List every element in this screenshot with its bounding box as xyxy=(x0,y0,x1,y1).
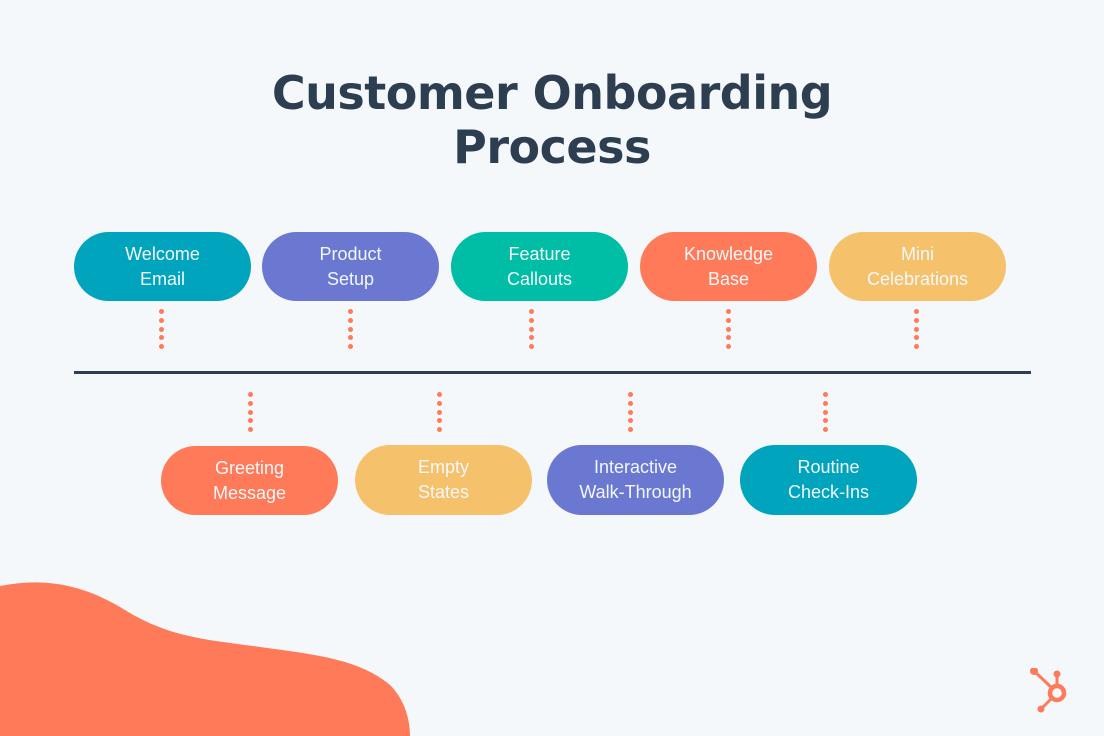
step-label-line-2: Setup xyxy=(326,268,375,289)
step-label-line-1: Feature xyxy=(508,243,571,264)
step-label-line-1: Knowledge xyxy=(683,243,774,264)
blob-shape xyxy=(0,582,410,736)
step-label-line-2: Check-Ins xyxy=(787,482,870,502)
step-label-line-2: Walk-Through xyxy=(579,482,692,502)
step-greeting-message[interactable]: Greeting Message xyxy=(161,446,338,515)
step-feature-callouts[interactable]: Feature Callouts xyxy=(451,232,628,301)
timeline-line xyxy=(74,371,1031,374)
step-product-setup[interactable]: Product Setup xyxy=(262,232,439,301)
title-line-1: Customer Onboarding xyxy=(271,66,833,120)
step-routine-check-ins[interactable]: Routine Check-Ins xyxy=(740,445,917,515)
connector-dots xyxy=(823,392,829,436)
step-label-line-1: Greeting xyxy=(214,457,285,478)
step-label-line-2: Email xyxy=(139,268,185,289)
hubspot-sprocket-icon xyxy=(1030,668,1067,713)
step-empty-states[interactable]: Empty States xyxy=(355,445,532,515)
connector-dots xyxy=(248,392,254,436)
connector-dots xyxy=(159,309,165,353)
step-knowledge-base[interactable]: Knowledge Base xyxy=(640,232,817,301)
connector-dots xyxy=(529,309,535,353)
connector-dots xyxy=(914,309,920,353)
step-interactive-walk-through[interactable]: Interactive Walk-Through xyxy=(547,445,724,515)
connector-dots xyxy=(348,309,354,353)
step-label-line-1: Routine xyxy=(797,457,860,477)
step-label-line-2: Message xyxy=(212,482,287,503)
step-label-line-1: Welcome xyxy=(125,243,200,264)
step-label-line-1: Interactive xyxy=(593,457,678,477)
step-label-line-1: Empty xyxy=(417,457,469,477)
step-label-line-2: Celebrations xyxy=(866,268,969,289)
step-label-line-2: States xyxy=(417,482,470,502)
step-welcome-email[interactable]: Welcome Email xyxy=(74,232,251,301)
step-label-line-1: Mini xyxy=(900,243,934,264)
page-title: Customer Onboarding Process xyxy=(0,66,1104,174)
orange-blob-decoration xyxy=(0,582,410,736)
connector-dots xyxy=(437,392,443,436)
connector-dots xyxy=(628,392,634,436)
step-label-line-2: Callouts xyxy=(506,268,573,289)
step-label-line-2: Base xyxy=(707,268,750,289)
step-mini-celebrations[interactable]: Mini Celebrations xyxy=(829,232,1006,301)
title-line-2: Process xyxy=(453,120,651,174)
connector-dots xyxy=(726,309,732,353)
step-label-line-1: Product xyxy=(319,243,382,264)
